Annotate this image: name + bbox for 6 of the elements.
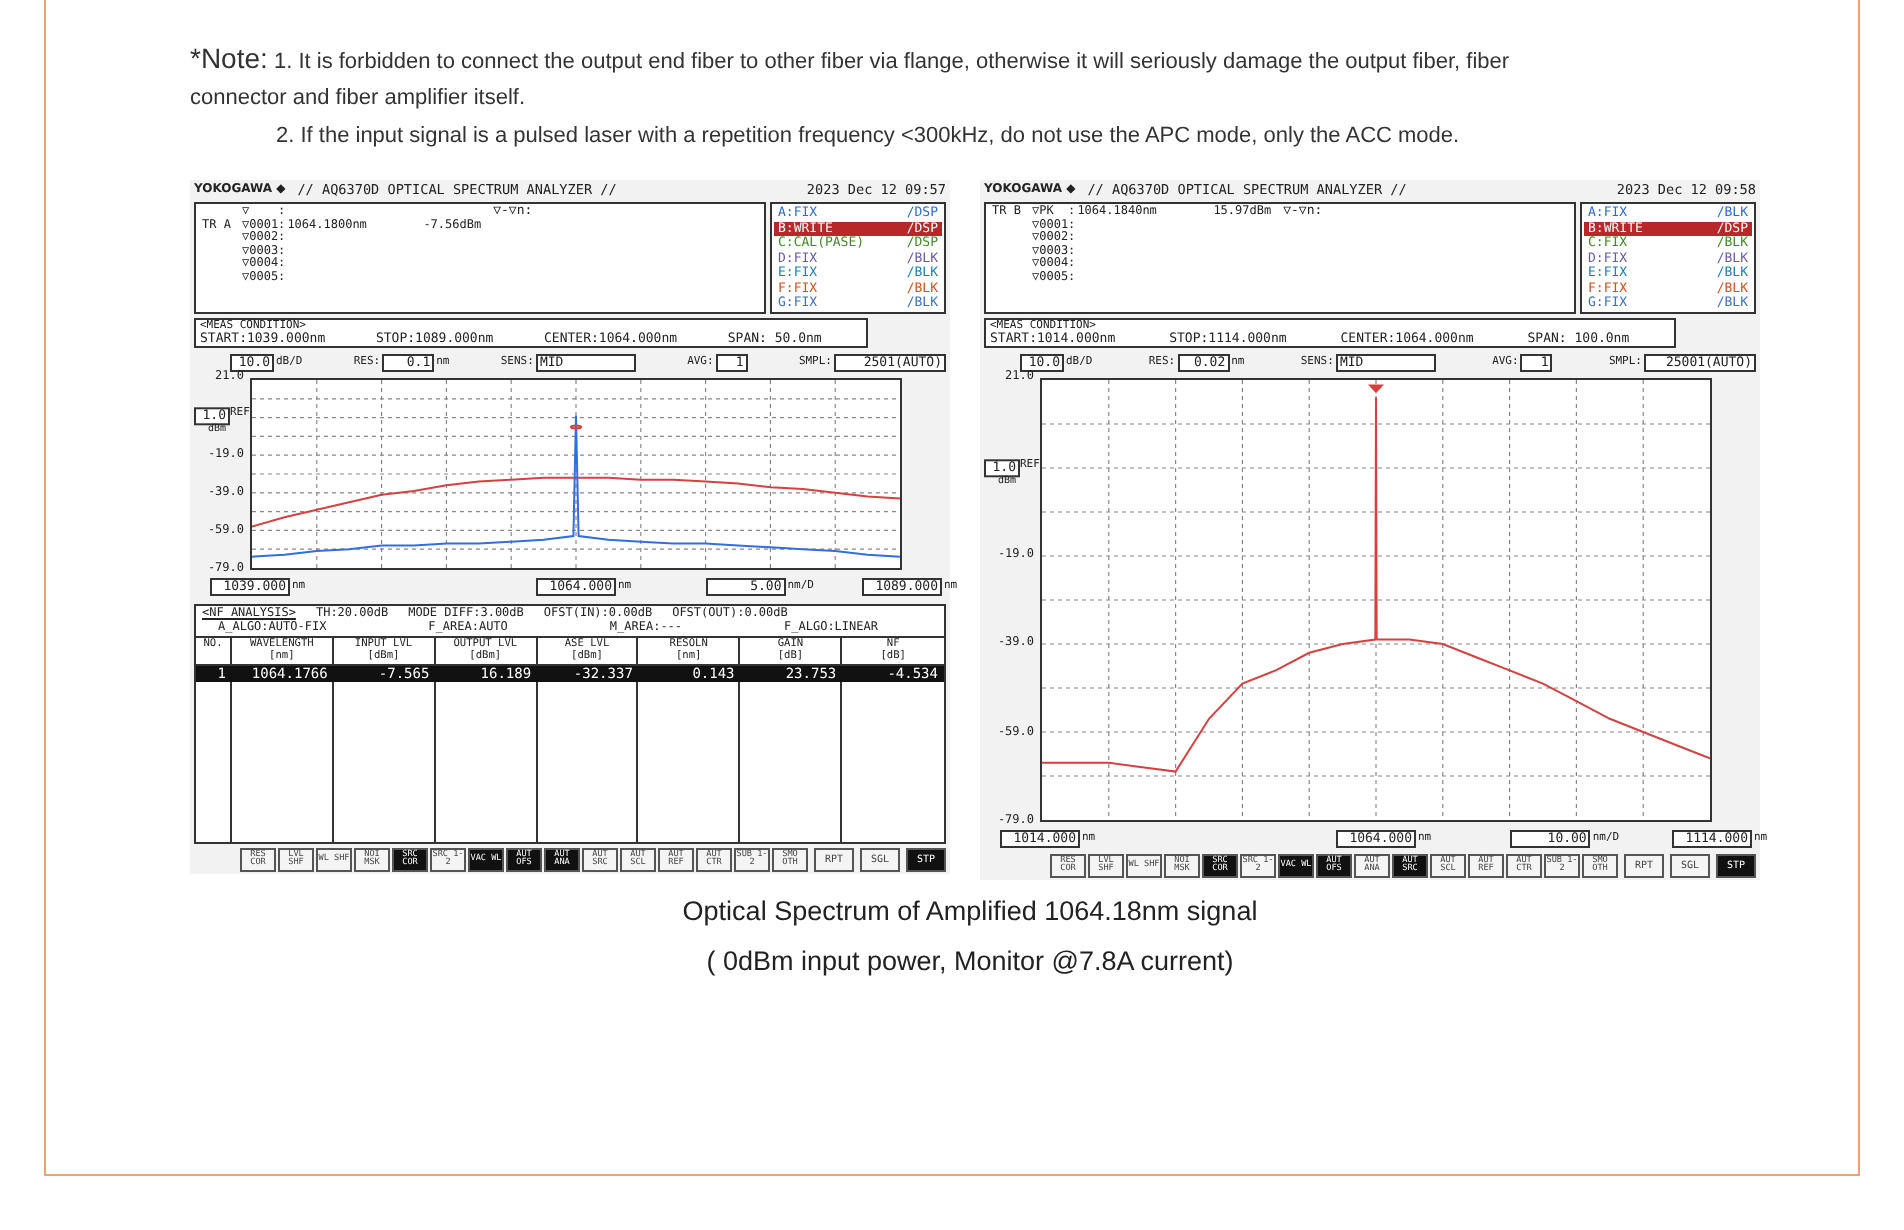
figure-caption: Optical Spectrum of Amplified 1064.18nm signal xyxy=(680,896,1260,929)
figure-caption: ( 0dBm input power, Monitor @7.8A current) xyxy=(704,946,1236,979)
note-text: *Note: 1. It is forbidden to connect the output end fiber to other fiber via flange, otherwise it will seriously damage the output fiber, fiber connector and fiber amplifier itself. xyxy=(190,40,1512,114)
marker-icon xyxy=(569,424,583,430)
note-text: 2. If the input signal is a pulsed laser with a repetition frequency <300kHz, do not use the APC mode, only the ACC mode. xyxy=(274,122,1462,152)
marker-icon xyxy=(1368,384,1384,394)
